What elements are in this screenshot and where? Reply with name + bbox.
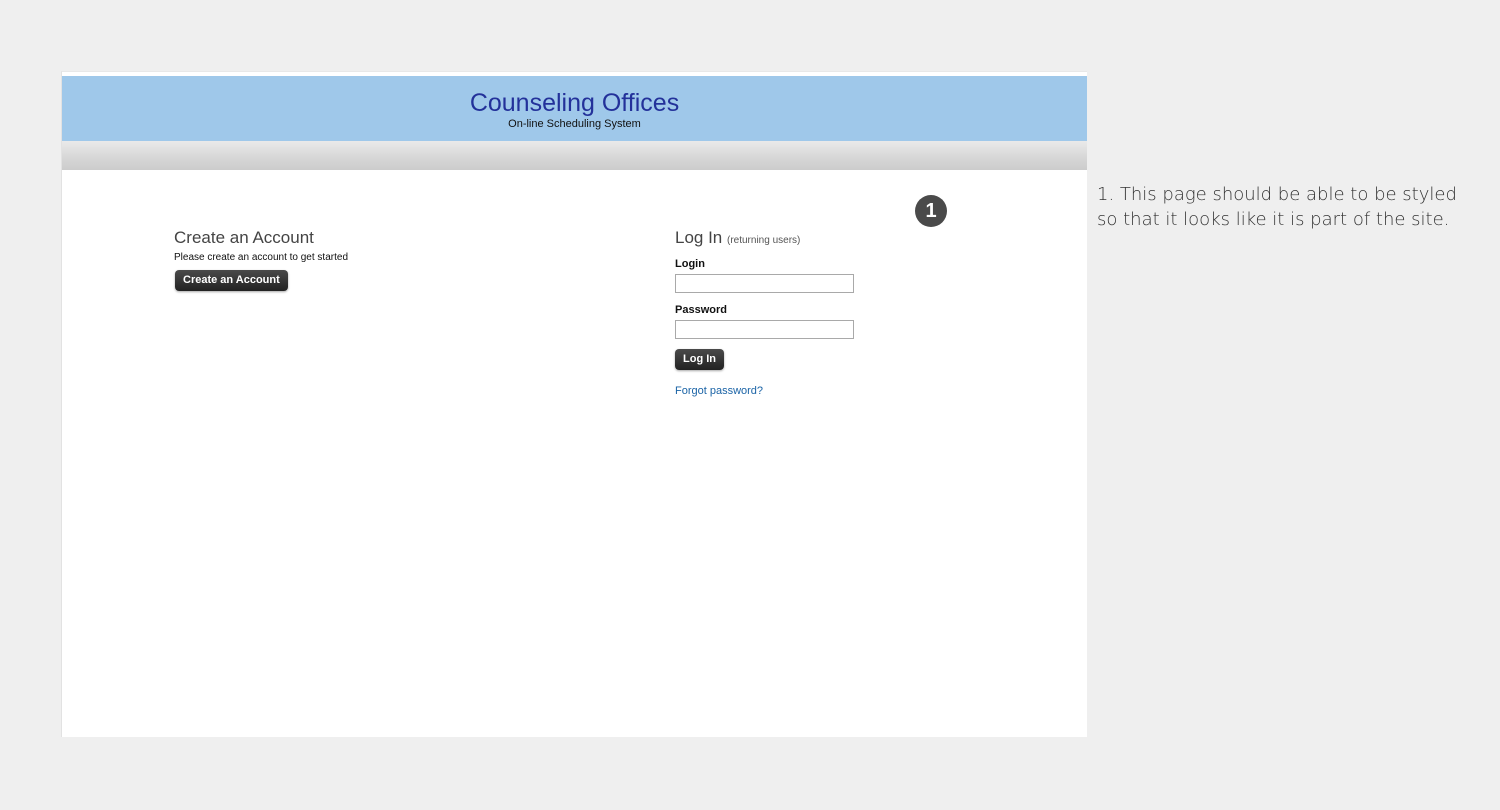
login-input[interactable] xyxy=(675,274,854,293)
password-label: Password xyxy=(675,304,727,316)
site-title: Counseling Offices xyxy=(469,89,680,117)
create-account-description: Please create an account to get started xyxy=(174,252,348,263)
nav-bar xyxy=(62,141,1087,170)
page-frame: Counseling Offices On-line Scheduling Sy… xyxy=(61,71,1087,737)
login-heading: Log In (returning users) xyxy=(675,228,935,251)
create-account-section: Create an Account Please create an accou… xyxy=(174,228,574,291)
login-button[interactable]: Log In xyxy=(675,349,724,370)
site-subtitle: On-line Scheduling System xyxy=(508,118,641,130)
create-account-heading: Create an Account xyxy=(174,228,314,247)
create-account-button[interactable]: Create an Account xyxy=(175,270,288,291)
forgot-password-link[interactable]: Forgot password? xyxy=(675,385,935,397)
returning-users-note: (returning users) xyxy=(727,235,801,246)
step-marker-badge: 1 xyxy=(915,195,947,227)
annotation-note: 1. This page should be able to be styled… xyxy=(1097,184,1457,230)
password-input[interactable] xyxy=(675,320,854,339)
login-section: Log In (returning users) Login Password … xyxy=(675,228,935,397)
login-label: Login xyxy=(675,258,705,270)
site-header: Counseling Offices On-line Scheduling Sy… xyxy=(62,76,1087,141)
login-heading-text: Log In xyxy=(675,228,723,247)
